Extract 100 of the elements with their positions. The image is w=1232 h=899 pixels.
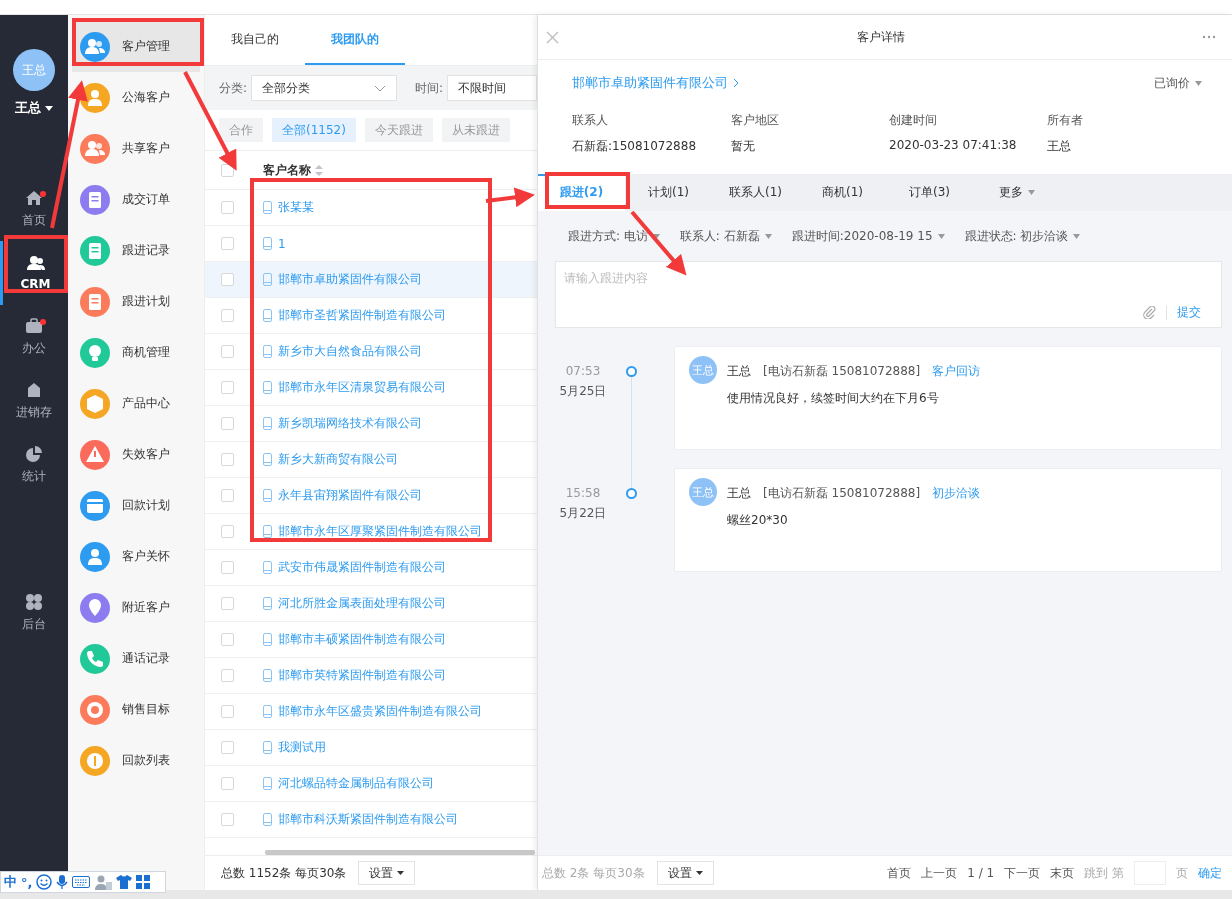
settings-button[interactable]: 设置	[358, 861, 416, 885]
tab[interactable]: 商机(1)	[799, 174, 886, 211]
nav-item[interactable]: 办公	[0, 305, 68, 369]
nav-item[interactable]: 统计	[0, 433, 68, 497]
table-row[interactable]: 邯郸市圣哲紧固件制造有限公司	[205, 298, 537, 334]
table-row[interactable]: 武安市伟晟紧固件制造有限公司	[205, 550, 537, 586]
checkbox[interactable]	[220, 669, 234, 682]
table-row[interactable]: 邯郸市英特紧固件制造有限公司	[205, 658, 537, 694]
customer-link[interactable]: 我测试用	[278, 739, 326, 756]
customer-link[interactable]: 新乡大新商贸有限公司	[278, 451, 398, 468]
table-row[interactable]: 邯郸市卓助紧固件有限公司	[205, 262, 537, 298]
smiley-icon[interactable]	[36, 874, 53, 890]
filter-dropdown[interactable]: 跟进方式: 电访	[568, 227, 648, 245]
checkbox[interactable]	[220, 381, 234, 394]
filter-dropdown[interactable]: 跟进时间:2020-08-19 15	[791, 227, 933, 245]
customer-link[interactable]: 邯郸市圣哲紧固件制造有限公司	[278, 307, 446, 324]
table-row[interactable]: 河北螺品特金属制品有限公司	[205, 766, 537, 802]
module-item[interactable]: 成交订单	[68, 174, 204, 225]
tab[interactable]: 计划(1)	[625, 174, 712, 211]
table-row[interactable]: 邯郸市永年区盛贵紧固件制造有限公司	[205, 694, 537, 730]
more-icon[interactable]	[1202, 35, 1216, 39]
checkbox[interactable]	[220, 705, 234, 718]
customer-link[interactable]: 邯郸市永年区盛贵紧固件制造有限公司	[278, 703, 482, 720]
people-icon[interactable]	[94, 874, 113, 890]
table-row[interactable]: 邯郸市永年区厚聚紧固件制造有限公司	[205, 514, 537, 550]
filter-chip[interactable]: 今天跟进	[364, 118, 433, 142]
checkbox[interactable]	[220, 813, 234, 826]
nav-item[interactable]: 后台	[0, 581, 68, 645]
user-avatar[interactable]: 王总	[13, 49, 55, 91]
filter-chip[interactable]: 从未跟进	[441, 118, 510, 142]
customer-link[interactable]: 邯郸市永年区厚聚紧固件制造有限公司	[278, 523, 482, 540]
follow-up-input[interactable]: 请输入跟进内容 提交	[555, 261, 1222, 328]
module-item[interactable]: 商机管理	[68, 327, 204, 378]
customer-link[interactable]: 邯郸市科沃斯紧固件制造有限公司	[278, 811, 458, 828]
checkbox[interactable]	[220, 237, 234, 250]
microphone-icon[interactable]	[56, 874, 69, 890]
module-item[interactable]: 跟进计划	[68, 276, 204, 327]
customer-link[interactable]: 邯郸市英特紧固件制造有限公司	[278, 667, 446, 684]
module-item[interactable]: 通话记录	[68, 633, 204, 684]
submit-button[interactable]: 提交	[1177, 304, 1201, 321]
settings-button[interactable]: 设置	[656, 861, 714, 885]
tab[interactable]: 订单(3)	[886, 174, 973, 211]
customer-link[interactable]: 邯郸市卓助紧固件有限公司	[278, 271, 422, 288]
column-header[interactable]: 客户名称	[263, 161, 311, 179]
filter-dropdown[interactable]: 跟进状态: 初步洽谈	[964, 227, 1069, 245]
customer-link[interactable]: 河北所胜金属表面处理有限公司	[278, 595, 446, 612]
caret-icon[interactable]	[45, 105, 53, 111]
chevron-right-icon[interactable]	[733, 78, 739, 88]
customer-link[interactable]: 新乡市大自然食品有限公司	[278, 343, 422, 360]
customer-link[interactable]: 邯郸市丰硕紧固件制造有限公司	[278, 631, 446, 648]
module-item[interactable]: 失效客户	[68, 429, 204, 480]
table-row[interactable]: 河北所胜金属表面处理有限公司	[205, 586, 537, 622]
confirm-link[interactable]: 确定	[1198, 864, 1222, 882]
customer-link[interactable]: 邯郸市永年区清泉贸易有限公司	[278, 379, 446, 396]
nav-item[interactable]: 进销存	[0, 369, 68, 433]
user-name[interactable]: 王总	[15, 99, 41, 117]
checkbox[interactable]	[220, 741, 234, 754]
module-item[interactable]: 产品中心	[68, 378, 204, 429]
time-select[interactable]: 不限时间	[447, 75, 537, 101]
module-item[interactable]: 回款计划	[68, 480, 204, 531]
checkbox[interactable]	[220, 273, 234, 286]
paperclip-icon[interactable]	[1143, 306, 1156, 319]
close-icon[interactable]	[546, 30, 559, 44]
language-mode[interactable]: 中	[4, 873, 17, 891]
module-item[interactable]: 客户关怀	[68, 531, 204, 582]
module-item[interactable]: 销售目标	[68, 684, 204, 735]
table-row[interactable]: 邯郸市丰硕紧固件制造有限公司	[205, 622, 537, 658]
sort-icon[interactable]	[315, 164, 323, 176]
checkbox[interactable]	[220, 345, 234, 358]
shirt-icon[interactable]	[116, 875, 133, 889]
checkbox[interactable]	[220, 201, 234, 214]
filter-chip[interactable]: 合作	[219, 118, 263, 142]
table-row[interactable]: 新乡凯瑞网络技术有限公司	[205, 406, 537, 442]
company-link[interactable]: 邯郸市卓助紧固件有限公司	[572, 74, 728, 92]
table-row[interactable]: 新乡市大自然食品有限公司	[205, 334, 537, 370]
table-row[interactable]: 邯郸市科沃斯紧固件制造有限公司	[205, 802, 537, 838]
checkbox[interactable]	[220, 633, 234, 646]
last-page-link[interactable]: 末页	[1050, 864, 1075, 882]
horizontal-scrollbar[interactable]	[265, 850, 535, 855]
first-page-link[interactable]: 首页	[887, 864, 912, 882]
checkbox[interactable]	[220, 561, 234, 574]
customer-link[interactable]: 武安市伟晟紧固件制造有限公司	[278, 559, 446, 576]
table-row[interactable]: 邯郸市永年区清泉贸易有限公司	[205, 370, 537, 406]
checkbox[interactable]	[220, 525, 234, 538]
tab[interactable]: 我自己的	[205, 15, 305, 65]
module-item[interactable]: 共享客户	[68, 123, 204, 174]
customer-link[interactable]: 1	[278, 236, 286, 251]
customer-link[interactable]: 新乡凯瑞网络技术有限公司	[278, 415, 422, 432]
filter-dropdown[interactable]: 联系人: 石新磊	[679, 227, 760, 245]
filter-chip[interactable]: 全部(1152)	[272, 118, 356, 142]
table-row[interactable]: 我测试用	[205, 730, 537, 766]
table-row[interactable]: 张某某	[205, 190, 537, 226]
checkbox[interactable]	[220, 597, 234, 610]
category-select[interactable]: 全部分类	[251, 75, 397, 101]
table-row[interactable]: 新乡大新商贸有限公司	[205, 442, 537, 478]
checkbox[interactable]	[220, 777, 234, 790]
checkbox[interactable]	[220, 417, 234, 430]
module-item[interactable]: 跟进记录	[68, 225, 204, 276]
customer-link[interactable]: 张某某	[278, 199, 314, 216]
keyboard-icon[interactable]	[72, 876, 91, 888]
